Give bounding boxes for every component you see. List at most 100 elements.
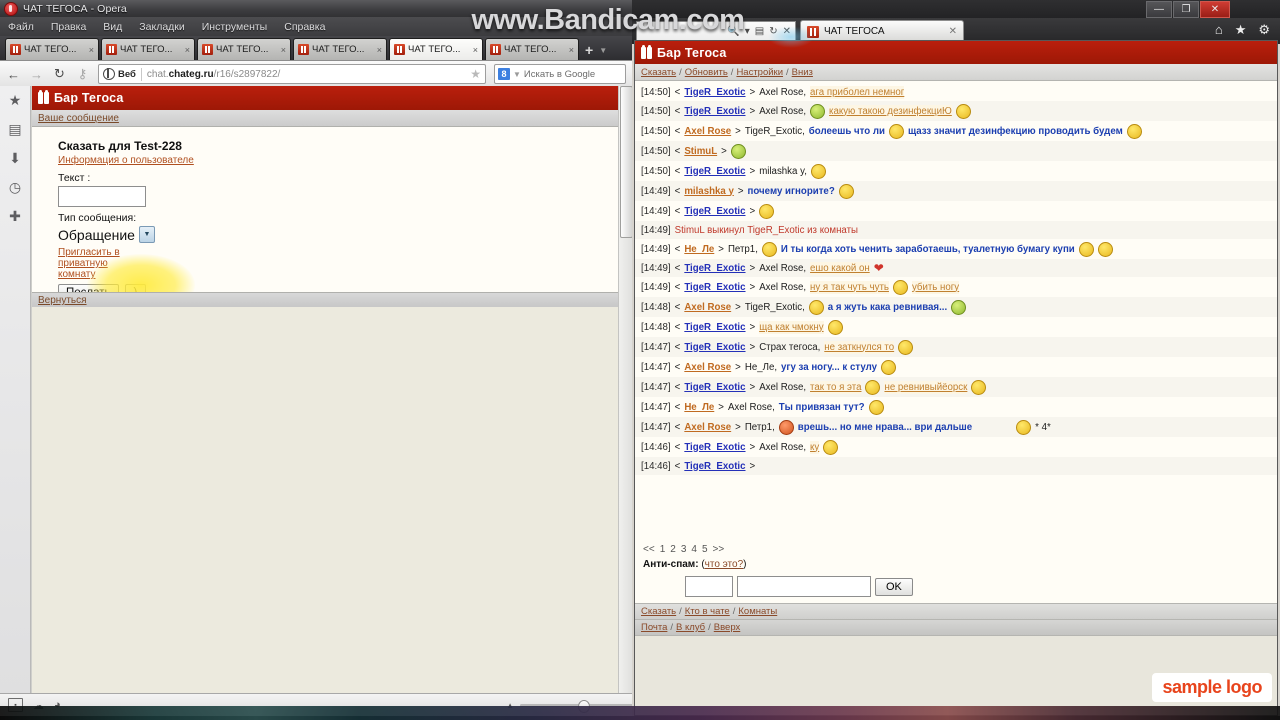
- browser-tab[interactable]: ЧАТ ТЕГО... ×: [101, 38, 195, 60]
- message-nick[interactable]: TigeR_Exotic: [684, 441, 745, 454]
- footer-say-link[interactable]: Сказать: [641, 606, 676, 617]
- message-nick[interactable]: TigeR_Exotic: [684, 381, 745, 394]
- browser-tab[interactable]: ЧАТ ТЕГО... ×: [485, 38, 579, 60]
- favorites-star-icon[interactable]: ★: [1235, 22, 1247, 38]
- user-info-link[interactable]: Информация о пользователе: [58, 155, 632, 166]
- antispam-help-link[interactable]: что это?: [705, 559, 744, 570]
- message-nick[interactable]: TigeR_Exotic: [684, 341, 745, 354]
- footer-mail-link[interactable]: Почта: [641, 622, 667, 633]
- footer-club-link[interactable]: В клуб: [676, 622, 705, 633]
- address-bar[interactable]: Веб chat.chateg.ru/r16/s2897822/ ★: [98, 64, 486, 84]
- add-icon[interactable]: ✚: [7, 208, 24, 225]
- message-nick[interactable]: Не_Ле: [684, 243, 714, 256]
- message-nick[interactable]: TigeR_Exotic: [684, 321, 745, 334]
- search-engine-chevron-down-icon[interactable]: ▼: [513, 70, 521, 79]
- menu-tools[interactable]: Инструменты: [202, 21, 267, 33]
- scrollbar-thumb[interactable]: [620, 86, 632, 238]
- pager-page-5[interactable]: 5: [702, 544, 708, 555]
- ie-address-bar[interactable]: 🔍 ▾ ▤ ↻ ✕: [636, 20, 796, 42]
- pager-prev[interactable]: <<: [643, 544, 655, 555]
- tools-gear-icon[interactable]: ⚙: [1258, 22, 1270, 38]
- notes-icon[interactable]: ▤: [7, 121, 24, 138]
- menu-edit[interactable]: Правка: [51, 21, 86, 33]
- search-input[interactable]: Искать в Google: [524, 69, 595, 80]
- message-nick[interactable]: TigeR_Exotic: [684, 165, 745, 178]
- nav-say[interactable]: Сказать: [641, 67, 676, 78]
- search-box[interactable]: 8 ▼ Искать в Google: [494, 64, 626, 84]
- browser-tab[interactable]: ЧАТ ТЕГО... ×: [197, 38, 291, 60]
- close-button[interactable]: ✕: [1200, 1, 1230, 18]
- menu-view[interactable]: Вид: [103, 21, 122, 33]
- forward-button[interactable]: →: [29, 67, 44, 82]
- message-type-select[interactable]: Обращение ▼: [58, 226, 632, 243]
- bookmark-star-icon[interactable]: ★: [470, 67, 481, 81]
- message-nick[interactable]: TigeR_Exotic: [684, 262, 745, 275]
- footer-rooms-link[interactable]: Комнаты: [738, 606, 777, 617]
- back-link[interactable]: Вернуться: [38, 295, 87, 306]
- security-lock-icon[interactable]: ⚷: [75, 66, 90, 82]
- tab-close-icon[interactable]: ×: [377, 45, 382, 55]
- footer-who-link[interactable]: Кто в чате: [685, 606, 730, 617]
- star-icon[interactable]: ★: [7, 92, 24, 109]
- pager-next[interactable]: >>: [713, 544, 725, 555]
- tab-close-icon[interactable]: ×: [281, 45, 286, 55]
- menu-help[interactable]: Справка: [284, 21, 325, 33]
- browser-tab[interactable]: ЧАТ ТЕГО... ×: [5, 38, 99, 60]
- new-tab-button[interactable]: +: [585, 42, 593, 58]
- maximize-button[interactable]: ❐: [1173, 1, 1199, 18]
- menu-file[interactable]: Файл: [8, 21, 34, 33]
- back-button[interactable]: ←: [6, 67, 21, 82]
- tab-close-icon[interactable]: ×: [569, 45, 574, 55]
- home-icon[interactable]: ⌂: [1215, 22, 1223, 38]
- message-nick[interactable]: Axel Rose: [684, 125, 731, 138]
- message-text-input[interactable]: [58, 186, 146, 207]
- message-nick[interactable]: Не_Ле: [684, 401, 714, 414]
- menu-bookmarks[interactable]: Закладки: [139, 21, 184, 33]
- message-nick[interactable]: TigeR_Exotic: [684, 86, 745, 99]
- message-nick[interactable]: Axel Rose: [684, 421, 731, 434]
- your-message-link[interactable]: Ваше сообщение: [38, 113, 119, 124]
- footer-top-link[interactable]: Вверх: [714, 622, 741, 633]
- message-nick[interactable]: TigeR_Exotic: [684, 281, 745, 294]
- chevron-down-icon[interactable]: ▾: [745, 26, 750, 37]
- ie-tab-close-icon[interactable]: ✕: [949, 26, 957, 37]
- stop-icon[interactable]: ✕: [783, 26, 791, 37]
- tab-label: ЧАТ ТЕГО...: [216, 44, 269, 55]
- tab-list-chevron-down-icon[interactable]: ▼: [599, 46, 607, 55]
- chat-page-header: Бар Тегоса: [635, 41, 1277, 64]
- browser-tab[interactable]: ЧАТ ТЕГО... ×: [293, 38, 387, 60]
- message-nick[interactable]: TigeR_Exotic: [684, 460, 745, 473]
- message-nick[interactable]: TigeR_Exotic: [684, 205, 745, 218]
- minimize-button[interactable]: —: [1146, 1, 1172, 18]
- tab-close-icon[interactable]: ×: [473, 45, 478, 55]
- reload-button[interactable]: ↻: [52, 66, 67, 82]
- chevron-down-icon[interactable]: ▼: [138, 226, 155, 243]
- pager-page-4[interactable]: 4: [691, 544, 697, 555]
- antispam-code-input[interactable]: [685, 576, 733, 597]
- invite-private-room-link[interactable]: Пригласить в приватную комнату: [58, 247, 136, 280]
- message-nick[interactable]: Axel Rose: [684, 301, 731, 314]
- message-nick[interactable]: StimuL: [684, 145, 717, 158]
- page-icon[interactable]: ▤: [755, 26, 764, 37]
- search-icon[interactable]: 🔍: [727, 26, 739, 37]
- ie-browser-tab[interactable]: ЧАТ ТЕГОСА ✕: [800, 20, 964, 42]
- pager-page-3[interactable]: 3: [681, 544, 687, 555]
- nav-refresh[interactable]: Обновить: [685, 67, 728, 78]
- refresh-icon[interactable]: ↻: [769, 26, 777, 37]
- message-nick[interactable]: milashka y: [684, 185, 734, 198]
- message-nick[interactable]: TigeR_Exotic: [684, 105, 745, 118]
- tab-close-icon[interactable]: ×: [185, 45, 190, 55]
- antispam-message-input[interactable]: [737, 576, 871, 597]
- search-engine-icon[interactable]: 8: [498, 68, 510, 80]
- ok-button[interactable]: OK: [875, 577, 913, 596]
- history-icon[interactable]: ◷: [7, 179, 24, 196]
- pager-page-2[interactable]: 2: [670, 544, 676, 555]
- pager-page-1[interactable]: 1: [660, 544, 666, 555]
- browser-tab-active[interactable]: ЧАТ ТЕГО... ×: [389, 38, 483, 60]
- downloads-icon[interactable]: ⬇: [7, 150, 24, 167]
- nav-down[interactable]: Вниз: [792, 67, 813, 78]
- nav-settings[interactable]: Настройки: [736, 67, 783, 78]
- tab-close-icon[interactable]: ×: [89, 45, 94, 55]
- left-page-scrollbar[interactable]: [618, 86, 632, 694]
- message-nick[interactable]: Axel Rose: [684, 361, 731, 374]
